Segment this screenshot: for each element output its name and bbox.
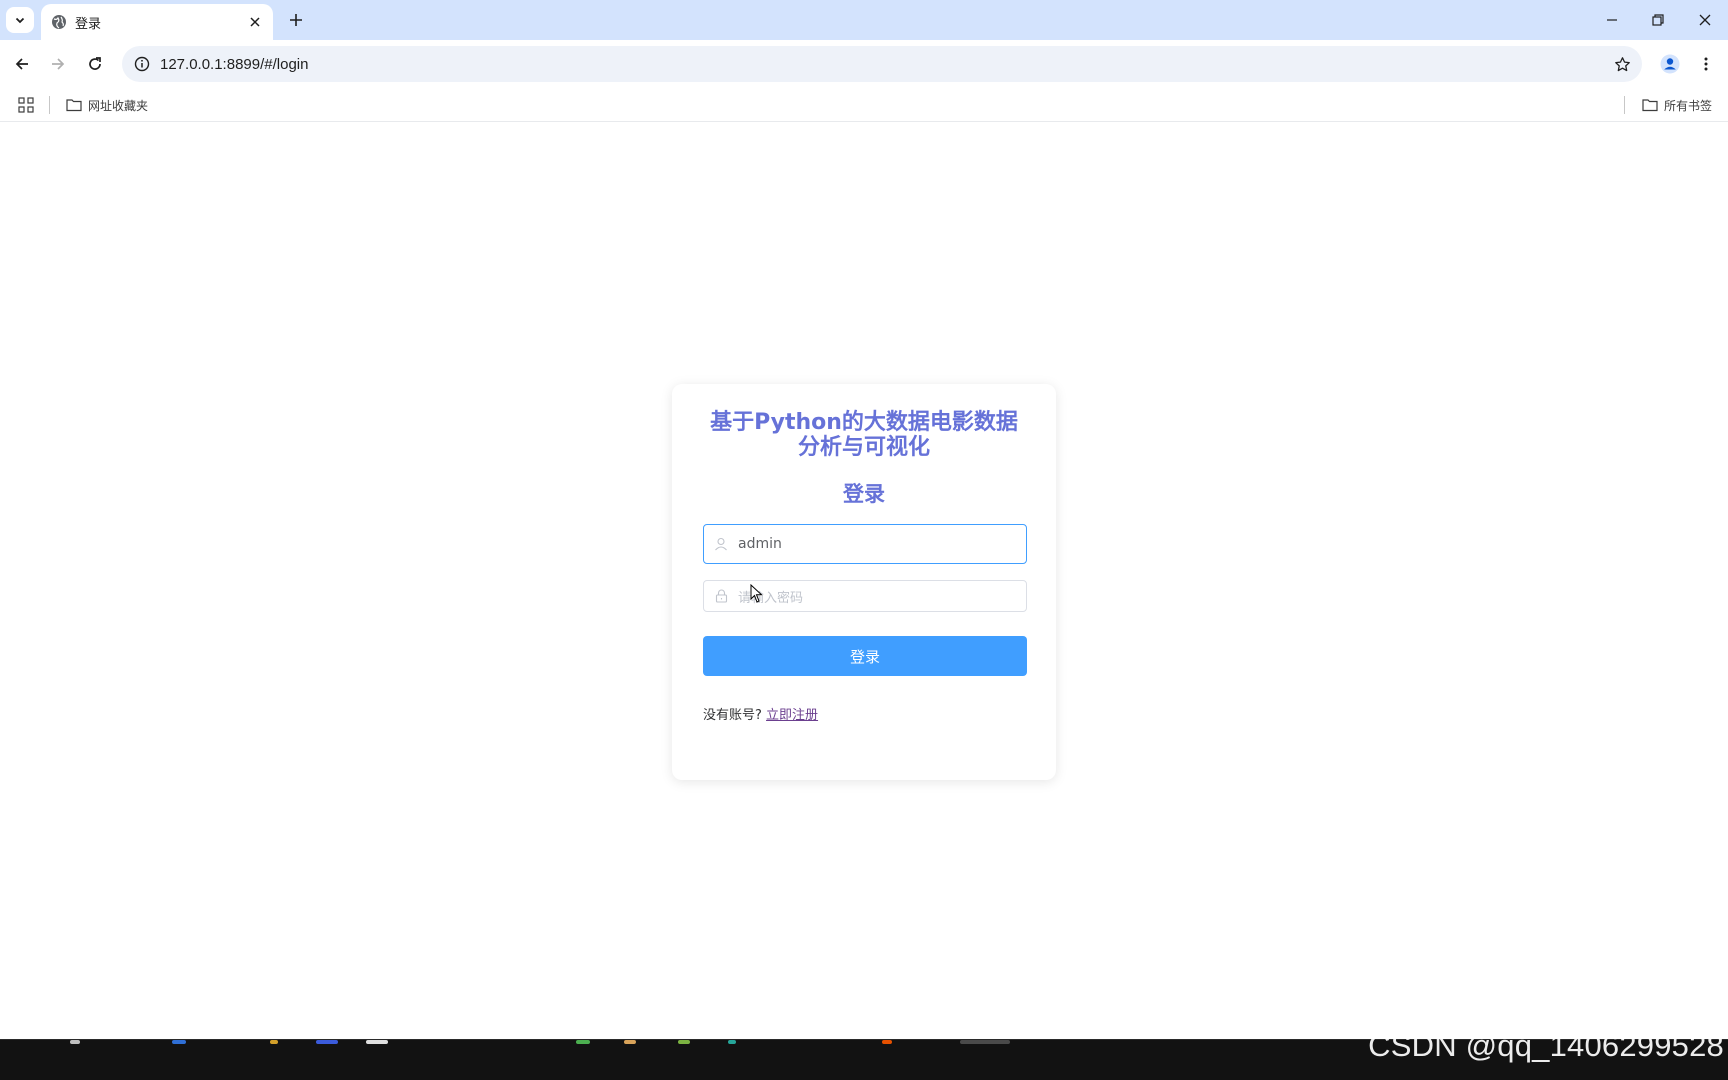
taskbar-indicator xyxy=(624,1040,636,1044)
browser-toolbar: 127.0.0.1:8899/#/login xyxy=(0,40,1728,88)
globe-icon xyxy=(52,15,66,29)
back-button[interactable] xyxy=(8,50,36,78)
folder-icon xyxy=(66,99,82,112)
watermark: CSDN @qq_1406299528 xyxy=(1368,1028,1724,1063)
minimize-icon xyxy=(1607,19,1617,21)
login-card: 基于Python的大数据电影数据分析与可视化 登录 admin 请输入密码 登录… xyxy=(672,384,1056,780)
arrow-right-icon xyxy=(52,58,65,70)
tab-search-button[interactable] xyxy=(6,7,34,33)
forward-button[interactable] xyxy=(44,50,72,78)
taskbar-indicator xyxy=(576,1040,590,1044)
username-field[interactable]: admin xyxy=(703,524,1027,564)
restore-button[interactable] xyxy=(1638,6,1678,34)
apps-button[interactable] xyxy=(16,96,36,114)
star-icon xyxy=(1614,56,1630,71)
page-content: 基于Python的大数据电影数据分析与可视化 登录 admin 请输入密码 登录… xyxy=(0,122,1728,1039)
restore-icon xyxy=(1652,14,1664,26)
site-info-button[interactable] xyxy=(124,56,160,72)
profile-button[interactable] xyxy=(1656,50,1684,78)
address-bar[interactable]: 127.0.0.1:8899/#/login xyxy=(122,46,1642,82)
close-window-button[interactable] xyxy=(1685,6,1725,34)
taskbar-indicator xyxy=(678,1040,690,1044)
taskbar-indicator xyxy=(882,1040,892,1044)
tab-title: 登录 xyxy=(75,16,102,32)
close-icon xyxy=(250,17,260,27)
taskbar-indicator xyxy=(366,1040,388,1044)
close-icon xyxy=(1699,14,1711,26)
taskbar-indicator xyxy=(270,1040,278,1044)
reload-icon xyxy=(89,57,101,70)
register-link[interactable]: 立即注册 xyxy=(766,708,818,723)
tab-strip: 登录 xyxy=(0,0,1728,40)
bookmark-star-button[interactable] xyxy=(1604,56,1640,73)
taskbar-indicator xyxy=(960,1040,1010,1044)
taskbar-indicator xyxy=(316,1040,338,1044)
plus-icon xyxy=(290,14,302,26)
taskbar-indicator xyxy=(728,1040,736,1044)
user-icon xyxy=(704,537,738,551)
bookmark-label: 所有书签 xyxy=(1664,98,1713,113)
bookmark-folder-favorites[interactable]: 网址收藏夹 xyxy=(66,93,148,117)
menu-button[interactable] xyxy=(1692,50,1720,78)
mouse-cursor-icon xyxy=(750,584,763,603)
lock-icon xyxy=(704,589,738,603)
minimize-button[interactable] xyxy=(1592,6,1632,34)
reload-button[interactable] xyxy=(81,50,109,78)
apps-grid-icon xyxy=(18,97,34,113)
more-vertical-icon xyxy=(1704,57,1708,71)
new-tab-button[interactable] xyxy=(284,8,308,32)
avatar-icon xyxy=(1660,54,1680,74)
bookmarks-divider xyxy=(49,96,50,114)
password-placeholder: 请输入密码 xyxy=(738,590,804,606)
bookmarks-divider xyxy=(1624,96,1625,114)
register-prompt: 没有账号? xyxy=(703,708,762,723)
login-heading: 登录 xyxy=(843,482,885,506)
taskbar-indicator xyxy=(172,1040,186,1044)
register-prompt-line: 没有账号? 立即注册 xyxy=(703,704,818,723)
taskbar-indicator xyxy=(70,1040,80,1044)
bookmarks-bar: 网址收藏夹 所有书签 xyxy=(0,88,1728,122)
app-title: 基于Python的大数据电影数据分析与可视化 xyxy=(710,410,1018,460)
url-text: 127.0.0.1:8899/#/login xyxy=(160,55,309,73)
active-tab[interactable]: 登录 xyxy=(41,4,273,40)
info-icon xyxy=(134,56,150,72)
tab-close-button[interactable] xyxy=(245,12,265,32)
chevron-down-icon xyxy=(15,17,25,24)
bookmark-label: 网址收藏夹 xyxy=(88,98,149,113)
bookmark-folder-all[interactable]: 所有书签 xyxy=(1642,93,1712,117)
login-button[interactable]: 登录 xyxy=(703,636,1027,676)
arrow-left-icon xyxy=(15,58,28,70)
username-value: admin xyxy=(738,536,782,552)
folder-icon xyxy=(1642,99,1658,112)
